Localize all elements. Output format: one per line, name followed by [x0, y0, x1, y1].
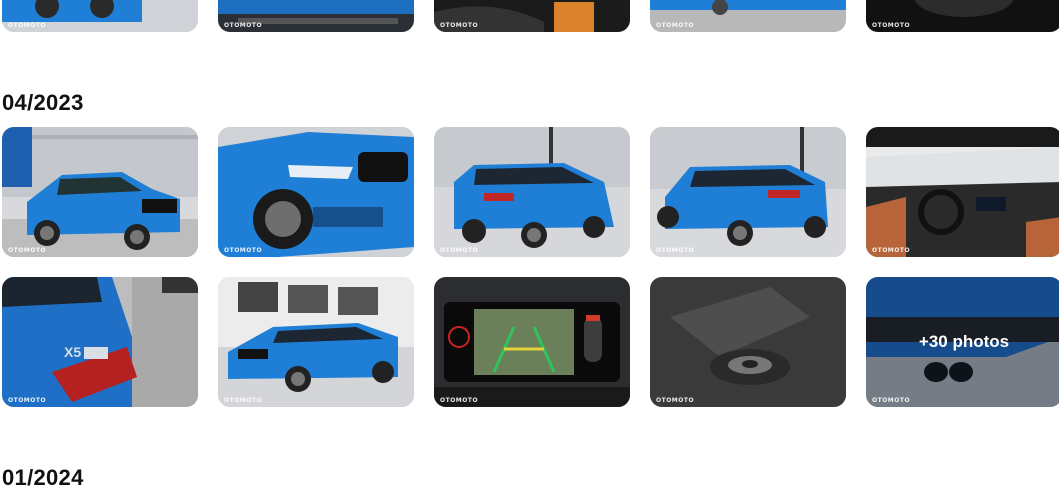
photo-thumbnail[interactable]: OTOMOTO [650, 127, 846, 257]
watermark: OTOMOTO [8, 247, 47, 254]
photo-thumbnail[interactable]: OTOMOTO [218, 127, 414, 257]
watermark: OTOMOTO [872, 22, 911, 29]
svg-text:X5: X5 [64, 344, 81, 360]
more-photos-tile[interactable]: +30 photos OTOMOTO [866, 277, 1059, 407]
watermark: OTOMOTO [656, 247, 695, 254]
photo-row: OTOMOTO OTOMOTO OTOMOTO OTOMOTO OTOMOTO [2, 127, 1059, 257]
watermark: OTOMOTO [656, 22, 695, 29]
more-photos-overlay[interactable]: +30 photos [866, 277, 1059, 407]
watermark: OTOMOTO [224, 247, 263, 254]
photo-row-previous: OTOMOTO OTOMOTO OTOMOTO OTOMOTO OTOMOTO [2, 0, 1059, 32]
photo-thumbnail[interactable]: OTOMOTO [866, 0, 1059, 32]
photo-thumbnail[interactable]: OTOMOTO [2, 0, 198, 32]
watermark: OTOMOTO [440, 397, 479, 404]
photo-thumbnail[interactable]: OTOMOTO [434, 277, 630, 407]
watermark: OTOMOTO [8, 22, 47, 29]
photo-thumbnail[interactable]: X5 OTOMOTO [2, 277, 198, 407]
photo-thumbnail[interactable]: OTOMOTO [218, 277, 414, 407]
photo-thumbnail[interactable]: OTOMOTO [2, 127, 198, 257]
section-date-heading: 01/2024 [2, 465, 84, 490]
watermark: OTOMOTO [8, 397, 47, 404]
photo-thumbnail[interactable]: OTOMOTO [866, 127, 1059, 257]
photo-thumbnail[interactable]: OTOMOTO [218, 0, 414, 32]
more-photos-label: +30 photos [918, 332, 1010, 351]
photo-thumbnail[interactable]: OTOMOTO [434, 0, 630, 32]
photo-thumbnail[interactable]: OTOMOTO [650, 0, 846, 32]
watermark: OTOMOTO [656, 397, 695, 404]
watermark: OTOMOTO [872, 397, 911, 404]
watermark: OTOMOTO [224, 22, 263, 29]
watermark: OTOMOTO [440, 247, 479, 254]
watermark: OTOMOTO [224, 397, 263, 404]
watermark: OTOMOTO [872, 247, 911, 254]
watermark: OTOMOTO [440, 22, 479, 29]
photo-thumbnail[interactable]: OTOMOTO [650, 277, 846, 407]
section-date-heading: 04/2023 [2, 90, 84, 115]
photo-row: X5 OTOMOTO OTOMOTO OTOMOTO OTOMOTO +30 p… [2, 277, 1059, 407]
photo-thumbnail[interactable]: OTOMOTO [434, 127, 630, 257]
